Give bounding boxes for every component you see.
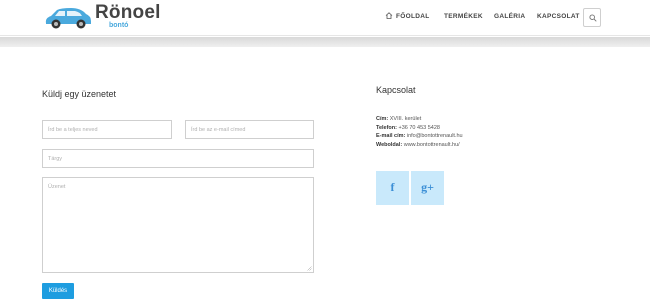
header-shadow-band	[0, 37, 650, 47]
contact-website: Weboldal: www.bontottrenault.hu/	[376, 141, 463, 150]
home-icon	[385, 12, 393, 19]
contact-website-label: Weboldal:	[376, 141, 403, 148]
contact-title: Kapcsolat	[376, 85, 416, 95]
logo[interactable]: Rönoel bontó	[43, 3, 163, 33]
name-input[interactable]: Írd be a teljes neved	[42, 120, 172, 139]
contact-email: E-mail cím: info@bontottrenault.hu	[376, 132, 463, 141]
resize-grip-icon[interactable]	[307, 266, 312, 271]
contact-info: Cím: XVIII. kerület Telefon: +36 70 453 …	[376, 115, 463, 149]
message-placeholder: Üzenet	[48, 184, 66, 190]
brand-subtitle: bontó	[109, 22, 129, 29]
nav-item-gallery[interactable]: GALÉRIA	[494, 12, 525, 22]
nav-item-home[interactable]: FŐOLDAL	[385, 12, 430, 22]
nav-label-home: FŐOLDAL	[396, 13, 430, 20]
header: Rönoel bontó FŐOLDAL TERMÉKEK GALÉRIA KA…	[0, 0, 650, 36]
email-input[interactable]: Írd be az e-mail címed	[185, 120, 314, 139]
facebook-button[interactable]: f	[376, 171, 409, 205]
contact-phone: Telefon: +36 70 453 5428	[376, 124, 463, 133]
message-textarea[interactable]: Üzenet	[42, 177, 314, 273]
contact-address: Cím: XVIII. kerület	[376, 115, 463, 124]
contact-phone-value: +36 70 453 5428	[398, 124, 440, 131]
contact-address-label: Cím:	[376, 116, 389, 122]
nav-item-contact[interactable]: KAPCSOLAT	[537, 12, 580, 22]
subject-input[interactable]: Tárgy	[42, 149, 314, 168]
facebook-icon: f	[390, 180, 395, 194]
car-logo-icon	[45, 8, 91, 29]
google-plus-button[interactable]: g+	[411, 171, 444, 205]
send-button[interactable]: Küldés	[42, 283, 74, 299]
contact-email-value[interactable]: info@bontottrenault.hu	[407, 133, 463, 139]
search-icon	[589, 14, 597, 22]
form-title: Küldj egy üzenetet	[42, 89, 117, 99]
search-button[interactable]	[583, 8, 601, 27]
contact-email-label: E-mail cím:	[376, 133, 406, 140]
contact-address-value: XVIII. kerület	[389, 116, 422, 122]
contact-website-value[interactable]: www.bontottrenault.hu/	[404, 142, 460, 148]
brand-name: Rönoel	[95, 2, 161, 23]
contact-phone-label: Telefon:	[376, 124, 397, 131]
google-plus-icon: g+	[421, 180, 434, 194]
nav-item-products[interactable]: TERMÉKEK	[444, 12, 483, 22]
